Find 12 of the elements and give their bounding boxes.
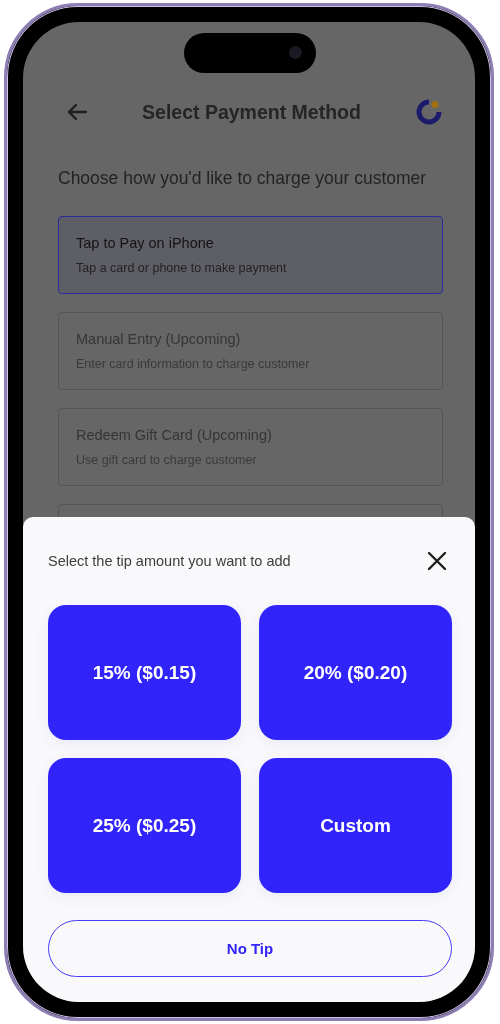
sheet-title: Select the tip amount you want to add xyxy=(48,553,291,569)
close-icon[interactable] xyxy=(427,551,447,571)
tip-option-button[interactable]: 15% ($0.15) xyxy=(48,605,241,740)
tip-option-button[interactable]: 20% ($0.20) xyxy=(259,605,452,740)
instruction-text: Choose how you'd like to charge your customer xyxy=(58,168,428,189)
back-arrow-icon[interactable] xyxy=(66,103,88,121)
option-description: Tap a card or phone to make payment xyxy=(76,261,288,275)
option-title: Tap to Pay on iPhone xyxy=(76,235,215,251)
screen-title: Select Payment Method xyxy=(142,100,361,124)
tip-option-button[interactable]: 25% ($0.25) xyxy=(48,758,241,893)
logo-icon xyxy=(415,98,443,126)
tip-option-button[interactable]: Custom xyxy=(259,758,452,893)
